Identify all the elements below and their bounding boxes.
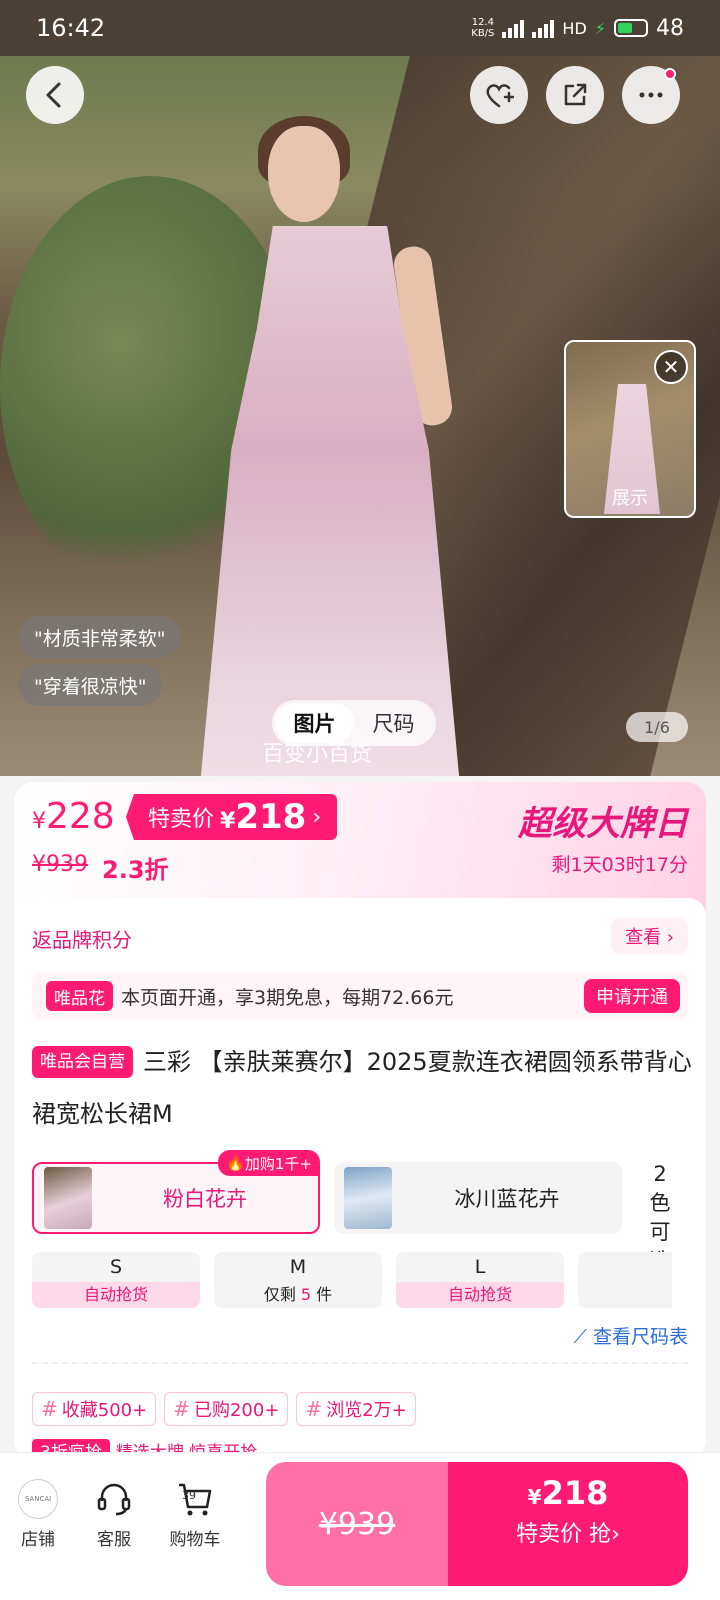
page-indicator: 1/6 — [626, 712, 688, 742]
installment-text: 本页面开通，享3期免息，每期72.66元 — [121, 986, 454, 1009]
special-price: ¥218 — [220, 797, 307, 837]
charging-icon: ⚡ — [594, 18, 606, 38]
nav-shop[interactable]: SANCAI 店铺 — [3, 1479, 73, 1550]
self-operated-badge: 唯品会自营 — [32, 1046, 133, 1078]
price-panel: ¥228 特卖价 ¥218 › ¥939 2.3折 超级大牌日 剩1天03时17… — [14, 782, 706, 912]
fire-icon: 🔥 — [226, 1154, 245, 1172]
status-time: 16:42 — [36, 14, 106, 42]
stat-tag: # 收藏500+ — [32, 1392, 157, 1426]
size-selector: S 自动抢货 M 仅剩 5 件 L 自动抢货 — [32, 1252, 672, 1308]
view-points-button[interactable]: 查看 › — [611, 918, 688, 954]
size-option[interactable] — [578, 1252, 672, 1308]
brand-points-label: 返品牌积分 — [32, 928, 132, 952]
shop-watermark: 百变小百货 — [262, 742, 373, 767]
original-price: ¥939 — [32, 852, 88, 877]
buy-price: ¥218 — [527, 1474, 609, 1512]
review-bubble: "穿着很凉快" — [18, 664, 163, 706]
close-icon[interactable]: ✕ — [654, 350, 688, 384]
hash-icon: # — [41, 1397, 58, 1421]
hot-badge: 🔥 加购1千+ — [218, 1150, 320, 1176]
buy-label: 特卖价 抢› — [516, 1522, 620, 1547]
video-label: 展示 — [612, 488, 648, 509]
signal-icon — [502, 18, 525, 38]
photo-model-head — [268, 126, 340, 222]
hash-icon: # — [305, 1397, 323, 1421]
nav-customer-service[interactable]: 客服 — [79, 1479, 149, 1550]
color-label: 冰川蓝花卉 — [454, 1187, 560, 1211]
color-label: 粉白花卉 — [163, 1187, 247, 1211]
chevron-left-icon — [46, 82, 61, 108]
original-price-button[interactable]: ¥939 — [266, 1462, 448, 1586]
size-option[interactable]: S 自动抢货 — [32, 1252, 200, 1308]
network-type: HD — [562, 18, 587, 38]
more-button[interactable] — [622, 66, 680, 124]
apply-button[interactable]: 申请开通 — [584, 979, 680, 1013]
nav-cart[interactable]: 39 购物车 — [160, 1479, 230, 1550]
current-price: ¥228 — [32, 796, 115, 837]
status-icons: 12.4 KB/S HD ⚡ 48 — [471, 16, 684, 41]
heart-plus-icon — [486, 84, 514, 108]
review-bubble: "材质非常柔软" — [18, 616, 182, 658]
discount: 2.3折 — [102, 856, 169, 884]
size-chart-link[interactable]: ⟋ 查看尺码表 — [574, 1322, 688, 1349]
hash-icon: # — [173, 1397, 190, 1421]
battery-level: 48 — [656, 15, 684, 41]
size-option[interactable]: M 仅剩 5 件 — [214, 1252, 382, 1308]
color-option[interactable]: 冰川蓝花卉 — [334, 1162, 622, 1234]
color-thumbnail — [344, 1167, 392, 1229]
signal-icon-2 — [532, 18, 555, 38]
favorite-button[interactable] — [470, 66, 528, 124]
battery-icon — [614, 19, 648, 37]
product-card: 返品牌积分 查看 › 唯品花 本页面开通，享3期免息，每期72.66元 申请开通… — [14, 898, 706, 1458]
divider — [32, 1362, 688, 1364]
size-option[interactable]: L 自动抢货 — [396, 1252, 564, 1308]
network-speed: 12.4 KB/S — [471, 17, 495, 39]
video-preview[interactable]: ✕ 展示 — [564, 340, 696, 518]
event-title: 超级大牌日 — [518, 804, 688, 844]
headset-icon — [97, 1483, 131, 1516]
share-button[interactable] — [546, 66, 604, 124]
vip-flower-badge: 唯品花 — [46, 981, 113, 1011]
countdown: 剩1天03时17分 — [551, 854, 688, 876]
shop-logo: SANCAI — [18, 1479, 58, 1519]
chevron-right-icon: › — [312, 804, 322, 830]
status-bar: 16:42 12.4 KB/S HD ⚡ 48 — [0, 0, 720, 56]
ruler-icon: ⟋ — [573, 1326, 593, 1348]
special-price-tag[interactable]: 特卖价 ¥218 › — [126, 794, 338, 840]
color-selector: 粉白花卉 🔥加购1千+ 冰川蓝花卉 2 色 可 选 › — [32, 1150, 692, 1304]
more-dots-icon — [639, 92, 663, 98]
stat-tag: # 已购200+ — [164, 1392, 289, 1426]
product-title-block: 唯品会自营 三彩 【亲肤莱赛尔】2025夏款连衣裙圆领系带背心裙宽松长裙M — [32, 1036, 692, 1140]
notification-dot — [664, 68, 676, 80]
back-button[interactable] — [26, 66, 84, 124]
product-image-gallery[interactable]: ✕ 展示 "材质非常柔软" "穿着很凉快" — [0, 56, 720, 776]
stats-tags: # 收藏500+ # 已购200+ # 浏览2万+ — [32, 1392, 416, 1426]
share-icon — [564, 83, 587, 106]
color-thumbnail — [44, 1167, 92, 1229]
installment-row[interactable]: 唯品花 本页面开通，享3期免息，每期72.66元 申请开通 — [32, 972, 688, 1020]
buy-now-button[interactable]: ¥218 特卖价 抢› — [448, 1462, 688, 1586]
color-option[interactable]: 粉白花卉 🔥 加购1千+ — [32, 1150, 320, 1234]
stat-tag: # 浏览2万+ — [296, 1392, 416, 1426]
cart-count: 39 — [182, 1489, 196, 1502]
